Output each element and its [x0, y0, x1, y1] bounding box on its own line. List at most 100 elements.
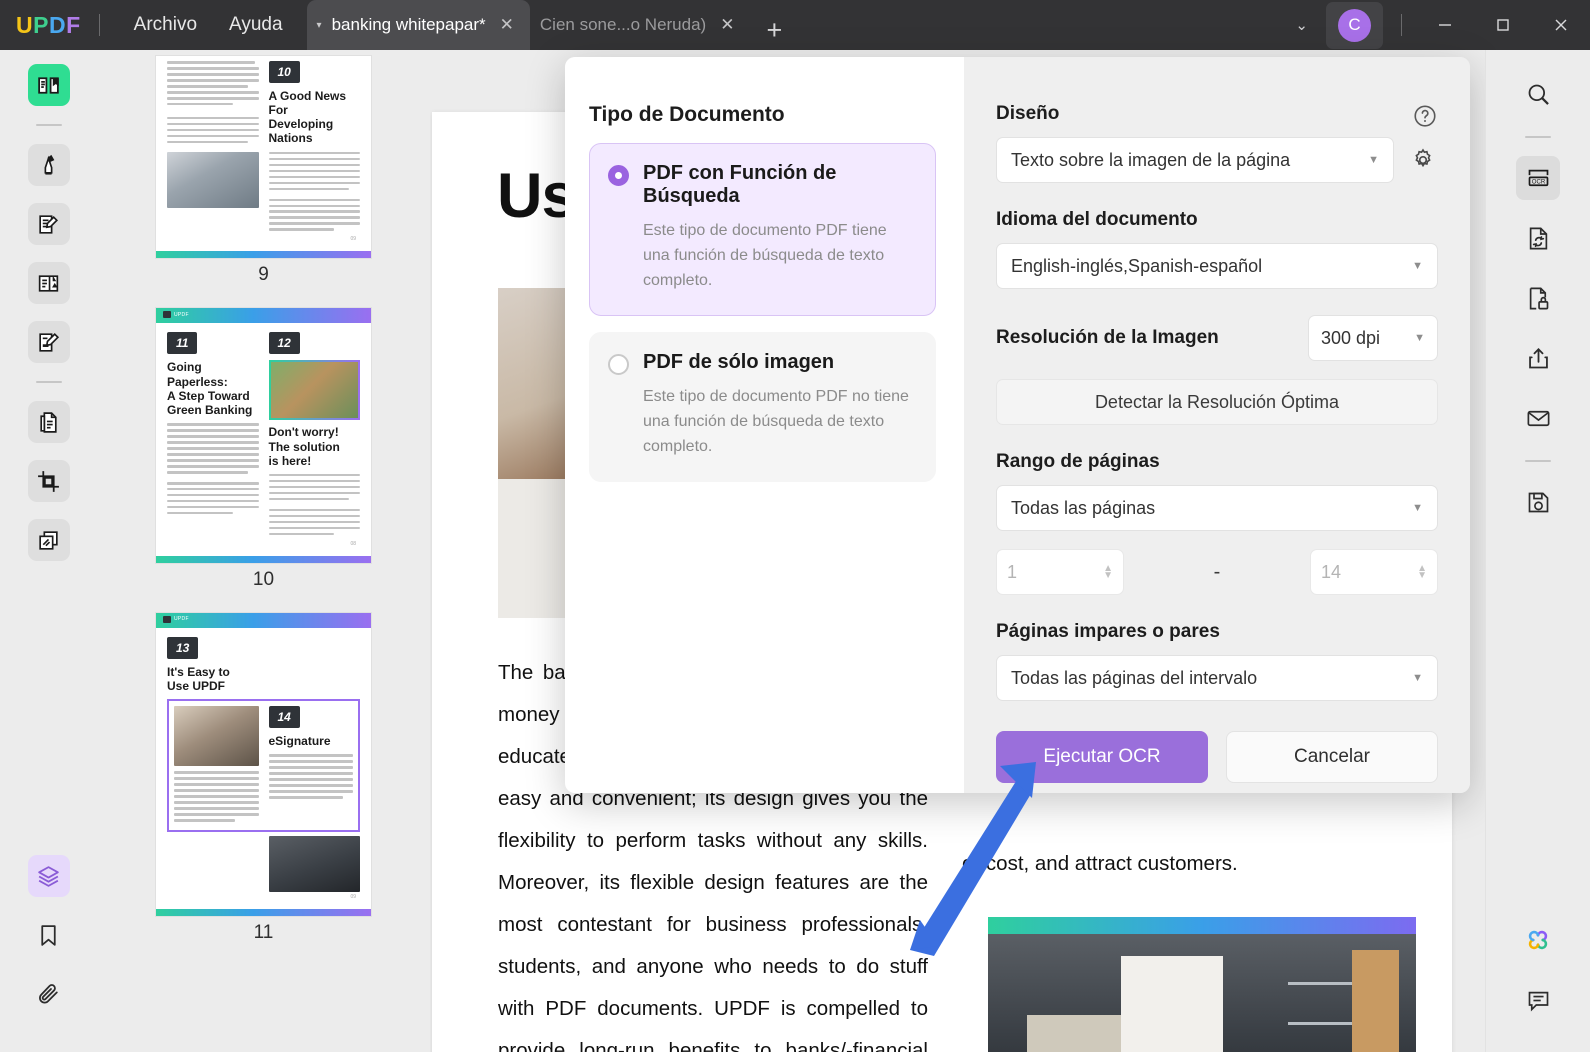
reader-icon[interactable]	[27, 64, 70, 106]
option-image-only-pdf[interactable]: PDF de sólo imagen Este tipo de document…	[589, 332, 936, 482]
batch-icon[interactable]	[27, 519, 70, 561]
thumbnail-heading-right: Don't worry! The solution is here!	[268, 425, 340, 468]
radio-searchable-pdf[interactable]	[608, 165, 629, 186]
thumbnail-footer: 08	[350, 540, 356, 547]
option-description: Este tipo de documento PDF no tiene una …	[643, 388, 909, 455]
thumbnail-panel[interactable]: 10 A Good News For Developing Nations 09	[97, 50, 430, 1052]
thumbnail-gradient-bar	[156, 251, 371, 259]
range-separator: -	[1213, 560, 1221, 583]
help-icon[interactable]	[1410, 101, 1440, 131]
layout-value: Texto sobre la imagen de la página	[1011, 149, 1291, 170]
resolution-row: Resolución de la Imagen 300 dpi ▼	[996, 315, 1438, 361]
thumbnail-page-11[interactable]: UPDF 13 It's Easy to Use UPDF 14 eSignat…	[156, 612, 371, 916]
share-icon[interactable]	[1516, 336, 1560, 380]
menu-archivo[interactable]: Archivo	[118, 8, 213, 42]
layers-icon[interactable]	[27, 855, 70, 897]
page-range-value: Todas las páginas	[1011, 497, 1156, 518]
dpi-select[interactable]: 300 dpi ▼	[1308, 315, 1438, 361]
tab-label: banking whitepapar*	[331, 15, 486, 34]
logo-divider	[98, 14, 100, 36]
protect-icon[interactable]	[1516, 276, 1560, 320]
close-button[interactable]	[1532, 0, 1590, 50]
thumbnail-gradient-bar	[156, 555, 371, 563]
ocr-dialog-left-pane: Tipo de Documento PDF con Función de Bús…	[565, 57, 964, 793]
thumbnail-badge-left: 13	[167, 636, 199, 659]
detect-optimal-resolution-button[interactable]: Detectar la Resolución Óptima	[996, 379, 1438, 425]
logo-letter-d: D	[48, 11, 67, 38]
crop-icon[interactable]	[27, 460, 70, 502]
rail-divider	[35, 381, 62, 383]
convert-icon[interactable]	[1516, 216, 1560, 260]
stepper-arrows[interactable]: ▲ ▼	[1103, 564, 1113, 581]
page-to-stepper[interactable]: 14 ▲ ▼	[1310, 549, 1438, 595]
maximize-button[interactable]	[1474, 0, 1532, 50]
dialog-actions: Ejecutar OCR Cancelar	[996, 731, 1438, 783]
page-range-select[interactable]: Todas las páginas ▼	[996, 485, 1438, 531]
thumbnail-page-9[interactable]: 10 A Good News For Developing Nations 09	[156, 56, 371, 259]
chevron-down-icon: ▼	[1414, 332, 1425, 344]
thumbnail-selection-box: 14 eSignature	[167, 699, 360, 832]
minimize-button[interactable]	[1416, 0, 1474, 50]
chevron-down-icon[interactable]: ▾	[317, 20, 322, 31]
edit-document-icon[interactable]	[27, 203, 70, 245]
ocr-icon[interactable]: OCR	[1516, 156, 1560, 200]
layout-label: Diseño	[996, 103, 1060, 124]
close-icon[interactable]: ✕	[496, 15, 518, 35]
odd-even-select[interactable]: Todas las páginas del intervalo ▼	[996, 655, 1438, 701]
page-tail-text: er cost, and attract customers.	[962, 852, 1238, 875]
annotate-icon[interactable]	[27, 321, 70, 363]
cancel-button[interactable]: Cancelar	[1226, 731, 1438, 783]
title-bar: U P D F Archivo Ayuda ▾ banking whitepap…	[0, 0, 1590, 50]
new-tab-button[interactable]: +	[750, 15, 798, 50]
rail-divider	[35, 124, 62, 126]
logo-letter-f: F	[66, 11, 81, 38]
thumbnail-page-number: 9	[258, 264, 269, 286]
thumbnail-header-bar: UPDF	[156, 612, 371, 628]
odd-even-label: Páginas impares o pares	[996, 621, 1220, 642]
menu-ayuda[interactable]: Ayuda	[213, 8, 299, 42]
bookmark-icon[interactable]	[28, 914, 70, 956]
account-button[interactable]: C	[1326, 1, 1383, 49]
email-icon[interactable]	[1516, 396, 1560, 440]
option-searchable-pdf[interactable]: PDF con Función de Búsqueda Este tipo de…	[589, 143, 936, 316]
tab-strip: ▾ banking whitepapar* ✕ Cien sone...o Ne…	[306, 0, 799, 50]
thumbnail-item[interactable]: 10 A Good News For Developing Nations 09	[97, 56, 430, 308]
page-range-label: Rango de páginas	[996, 451, 1160, 472]
logo-letter-u: U	[16, 11, 34, 38]
organize-pages-icon[interactable]	[27, 401, 70, 443]
window-controls: ⌄ C	[1277, 0, 1590, 50]
ai-assistant-icon[interactable]	[1516, 918, 1560, 962]
page-layout-icon[interactable]	[27, 262, 70, 304]
layout-select[interactable]: Texto sobre la imagen de la página ▼	[996, 137, 1394, 183]
option-description: Este tipo de documento PDF tiene una fun…	[643, 222, 887, 289]
thumbnail-page-10[interactable]: UPDF 11 Going Paperless: A Step Toward G…	[156, 308, 371, 563]
stepper-arrows[interactable]: ▲ ▼	[1417, 564, 1427, 581]
rail-divider	[1525, 136, 1551, 138]
layout-row: Texto sobre la imagen de la página ▼	[996, 137, 1438, 183]
run-ocr-button[interactable]: Ejecutar OCR	[996, 731, 1208, 783]
page-from-stepper[interactable]: 1 ▲ ▼	[996, 549, 1124, 595]
search-icon[interactable]	[1516, 72, 1560, 116]
radio-image-only-pdf[interactable]	[608, 354, 629, 375]
close-icon[interactable]: ✕	[716, 15, 738, 35]
save-icon[interactable]	[1516, 480, 1560, 524]
chevron-down-icon: ▼	[1368, 154, 1379, 166]
highlighter-icon[interactable]	[27, 144, 70, 186]
chevron-down-icon[interactable]: ⌄	[1277, 16, 1326, 34]
language-select[interactable]: English-inglés,Spanish-español ▼	[996, 243, 1438, 289]
gear-icon[interactable]	[1408, 145, 1438, 175]
comment-icon[interactable]	[1516, 978, 1560, 1022]
attachment-icon[interactable]	[28, 973, 70, 1015]
right-toolbar: OCR	[1485, 50, 1590, 1052]
thumbnail-gradient-bar	[156, 908, 371, 916]
doc-type-title: Tipo de Documento	[589, 103, 785, 126]
thumbnail-item[interactable]: UPDF 11 Going Paperless: A Step Toward G…	[97, 308, 430, 612]
thumbnail-mini-logo: UPDF	[163, 311, 189, 319]
thumbnail-item[interactable]: UPDF 13 It's Easy to Use UPDF 14 eSignat…	[97, 612, 430, 966]
thumbnail-badge-left: 11	[167, 332, 198, 355]
tab-cien-sonetos[interactable]: Cien sone...o Neruda) ✕	[530, 0, 751, 50]
updf-logo: U P D F	[16, 12, 81, 39]
page-to-value: 14	[1321, 561, 1342, 582]
ocr-dialog[interactable]: Tipo de Documento PDF con Función de Bús…	[565, 57, 1470, 793]
tab-banking-whitepaper[interactable]: ▾ banking whitepapar* ✕	[306, 0, 530, 50]
